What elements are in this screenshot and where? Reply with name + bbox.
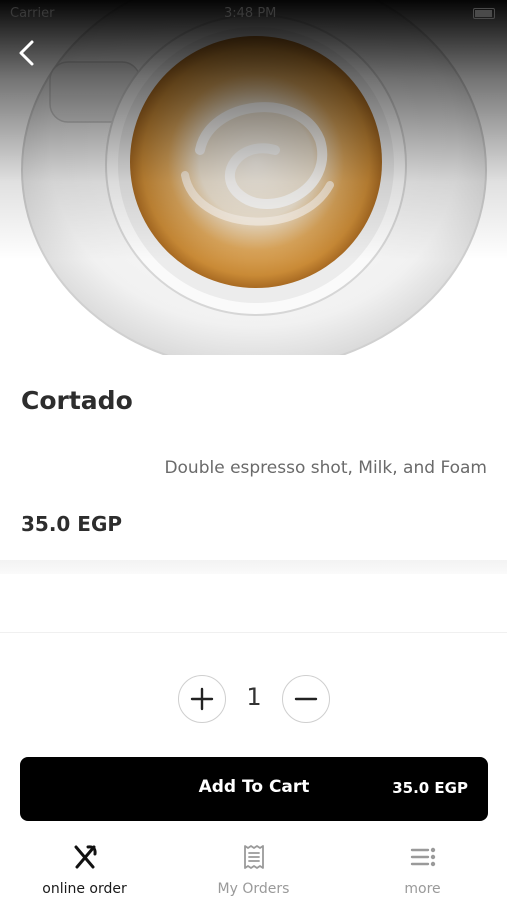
section-divider bbox=[0, 560, 507, 574]
tab-label: My Orders bbox=[217, 881, 290, 897]
product-description: Double espresso shot, Milk, and Foam bbox=[164, 458, 487, 478]
tab-label: online order bbox=[42, 881, 127, 897]
tab-label: more bbox=[404, 881, 441, 897]
back-button[interactable] bbox=[12, 36, 42, 70]
increase-quantity-button[interactable] bbox=[178, 675, 226, 723]
divider bbox=[0, 632, 507, 633]
add-to-cart-button[interactable]: Add To Cart 35.0 EGP bbox=[20, 757, 488, 821]
battery-icon bbox=[473, 8, 495, 19]
tab-my-orders[interactable]: My Orders bbox=[169, 835, 338, 900]
plus-icon bbox=[190, 687, 214, 711]
tab-more[interactable]: more bbox=[338, 835, 507, 900]
status-time: 3:48 PM bbox=[224, 6, 277, 21]
hero-gradient-overlay bbox=[0, 0, 507, 260]
receipt-icon bbox=[243, 845, 264, 869]
carrier-label: Carrier bbox=[10, 6, 55, 21]
product-image bbox=[0, 0, 507, 355]
tab-online-order[interactable]: online order bbox=[0, 835, 169, 900]
status-bar: Carrier 3:48 PM bbox=[0, 0, 507, 28]
more-list-icon bbox=[410, 847, 435, 867]
minus-icon bbox=[294, 697, 318, 701]
fork-knife-icon bbox=[74, 845, 97, 869]
product-name: Cortado bbox=[21, 386, 133, 415]
product-price: 35.0 EGP bbox=[21, 512, 123, 536]
chevron-left-icon bbox=[19, 40, 34, 66]
cart-total-price: 35.0 EGP bbox=[392, 779, 468, 797]
decrease-quantity-button[interactable] bbox=[282, 675, 330, 723]
quantity-value: 1 bbox=[246, 683, 262, 711]
tab-bar: online order My Orders more bbox=[0, 835, 507, 900]
